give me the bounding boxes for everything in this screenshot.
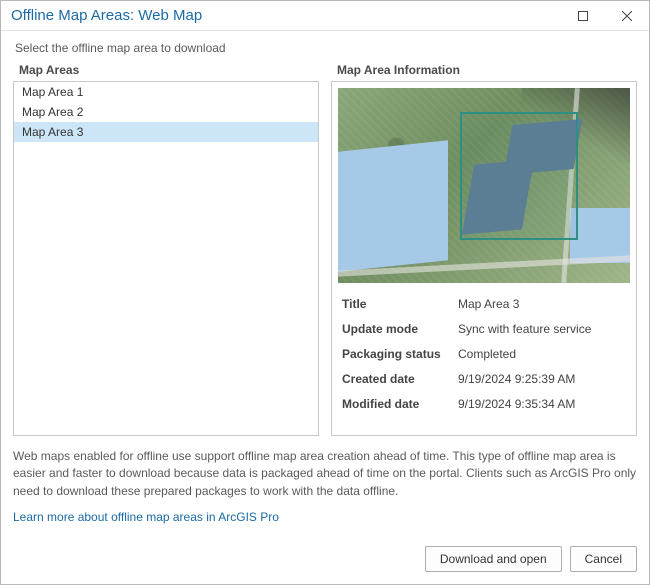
info-label-update-mode: Update mode: [342, 322, 452, 336]
map-areas-column: Map Areas Map Area 1 Map Area 2 Map Area…: [13, 63, 319, 436]
download-and-open-button[interactable]: Download and open: [425, 546, 562, 572]
list-item[interactable]: Map Area 2: [14, 102, 318, 122]
map-areas-heading: Map Areas: [13, 63, 319, 77]
learn-more-link[interactable]: Learn more about offline map areas in Ar…: [13, 510, 637, 524]
info-grid: Title Map Area 3 Update mode Sync with f…: [338, 297, 630, 411]
button-row: Download and open Cancel: [1, 536, 649, 584]
list-item[interactable]: Map Area 1: [14, 82, 318, 102]
list-item[interactable]: Map Area 3: [14, 122, 318, 142]
columns: Map Areas Map Area 1 Map Area 2 Map Area…: [13, 63, 637, 436]
info-value-packaging-status: Completed: [458, 347, 626, 361]
dialog-content: Select the offline map area to download …: [1, 31, 649, 536]
info-label-created-date: Created date: [342, 372, 452, 386]
info-value-created-date: 9/19/2024 9:25:39 AM: [458, 372, 626, 386]
map-area-info-heading: Map Area Information: [331, 63, 637, 77]
map-preview: [338, 88, 630, 283]
info-label-title: Title: [342, 297, 452, 311]
info-label-packaging-status: Packaging status: [342, 347, 452, 361]
info-panel: Title Map Area 3 Update mode Sync with f…: [331, 81, 637, 436]
info-value-update-mode: Sync with feature service: [458, 322, 626, 336]
info-label-modified-date: Modified date: [342, 397, 452, 411]
info-value-title: Map Area 3: [458, 297, 626, 311]
map-area-info-column: Map Area Information Title Map Area 3 Up…: [331, 63, 637, 436]
map-areas-list[interactable]: Map Area 1 Map Area 2 Map Area 3: [13, 81, 319, 436]
info-value-modified-date: 9/19/2024 9:35:34 AM: [458, 397, 626, 411]
titlebar: Offline Map Areas: Web Map: [1, 1, 649, 31]
cancel-button[interactable]: Cancel: [570, 546, 637, 572]
selection-rectangle: [460, 112, 578, 240]
offline-map-areas-dialog: Offline Map Areas: Web Map Select the of…: [0, 0, 650, 585]
close-button[interactable]: [605, 1, 649, 31]
window-title: Offline Map Areas: Web Map: [11, 7, 561, 24]
footer-description: Web maps enabled for offline use support…: [13, 448, 637, 500]
instruction-text: Select the offline map area to download: [13, 41, 637, 55]
maximize-button[interactable]: [561, 1, 605, 31]
